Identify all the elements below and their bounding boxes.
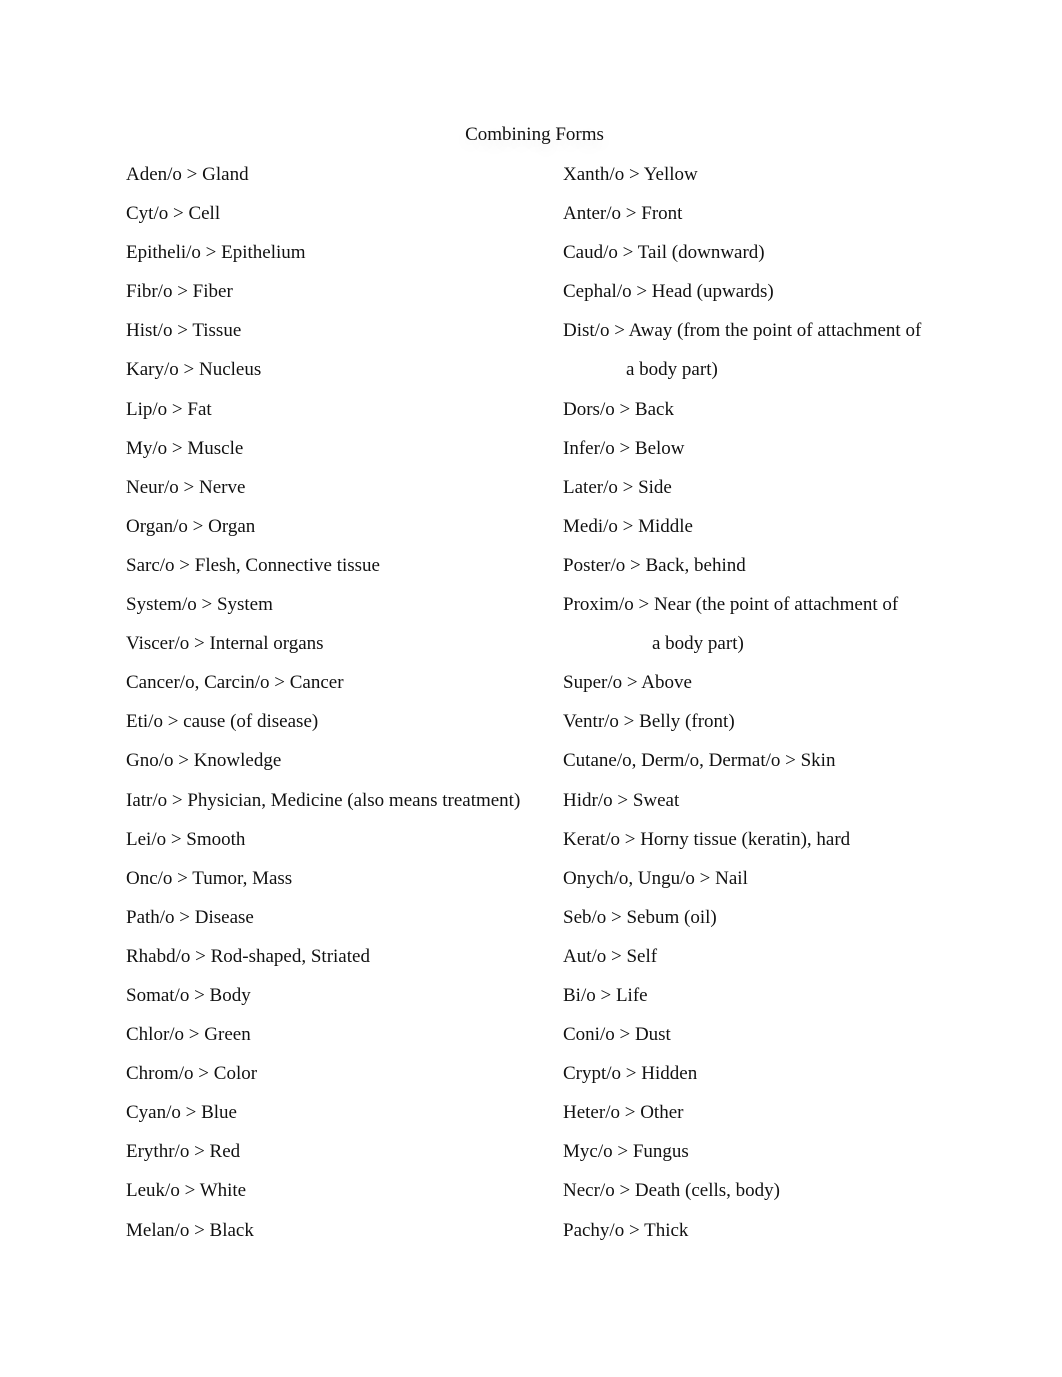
term-row: My/o > Muscle xyxy=(126,437,244,459)
term-row: Cyan/o > Blue xyxy=(126,1102,237,1124)
term-row: Chlor/o > Green xyxy=(126,1024,251,1046)
term-row: Path/o > Disease xyxy=(126,906,254,928)
term-row: Seb/o > Sebum (oil) xyxy=(563,906,717,928)
term-row: System/o > System xyxy=(126,594,273,616)
page-title-text: Combining Forms xyxy=(465,124,604,145)
term-row: Xanth/o > Yellow xyxy=(563,164,698,185)
term-row: Ventr/o > Belly (front) xyxy=(563,711,735,733)
term-row: Chrom/o > Color xyxy=(126,1063,258,1085)
term-row: Kary/o > Nucleus xyxy=(126,359,262,381)
term-row: Iatr/o > Physician, Medicine (also means… xyxy=(126,789,521,811)
term-row: Fibr/o > Fiber xyxy=(126,281,233,303)
term-row: Poster/o > Back, behind xyxy=(563,554,746,576)
term-row-continuation: a body part) xyxy=(626,359,718,381)
term-row: Rhabd/o > Rod-shaped, Striated xyxy=(126,945,370,967)
term-row: Pachy/o > Thick xyxy=(563,1219,689,1241)
term-row: Anter/o > Front xyxy=(563,203,683,225)
term-row: Leuk/o > White xyxy=(126,1180,247,1202)
term-row: Medi/o > Middle xyxy=(563,515,693,537)
term-row: Super/o > Above xyxy=(563,672,692,694)
term-row: Organ/o > Organ xyxy=(126,515,256,537)
term-row: Aden/o > Gland xyxy=(126,164,249,185)
term-row: Onych/o, Ungu/o > Nail xyxy=(563,867,748,889)
term-row: Later/o > Side xyxy=(563,476,672,498)
page-title: Combining Forms xyxy=(0,123,1062,147)
term-row: Eti/o > cause (of disease) xyxy=(126,711,319,733)
document-page: Combining Forms Aden/o > Gland Cyt/o > C… xyxy=(0,0,1062,1377)
term-row: Dors/o > Back xyxy=(563,398,674,420)
term-row: Myc/o > Fungus xyxy=(563,1141,689,1163)
term-row: Somat/o > Body xyxy=(126,984,251,1006)
term-row: Heter/o > Other xyxy=(563,1102,684,1124)
term-row: Caud/o > Tail (downward) xyxy=(563,242,765,264)
right-column: Xanth/o > Yellow Anter/o > Front Caud/o … xyxy=(563,163,963,1258)
term-row: Sarc/o > Flesh, Connective tissue xyxy=(126,554,380,576)
term-row: Viscer/o > Internal organs xyxy=(126,633,324,655)
term-row: Cutane/o, Derm/o, Dermat/o > Skin xyxy=(563,750,836,772)
term-row: Lei/o > Smooth xyxy=(126,828,246,850)
term-row: Gno/o > Knowledge xyxy=(126,750,282,772)
term-row: Cephal/o > Head (upwards) xyxy=(563,281,774,303)
term-row: Dist/o > Away (from the point of attachm… xyxy=(563,320,922,342)
term-row: Cyt/o > Cell xyxy=(126,203,221,225)
term-row: Bi/o > Life xyxy=(563,984,648,1006)
term-row: Erythr/o > Red xyxy=(126,1141,241,1163)
term-row: Neur/o > Nerve xyxy=(126,476,246,498)
term-row: Hidr/o > Sweat xyxy=(563,789,680,811)
term-row: Infer/o > Below xyxy=(563,437,685,459)
term-row: Crypt/o > Hidden xyxy=(563,1063,698,1085)
term-row: Cancer/o, Carcin/o > Cancer xyxy=(126,672,344,694)
left-column: Aden/o > Gland Cyt/o > Cell Epitheli/o >… xyxy=(126,163,556,1258)
term-row: Proxim/o > Near (the point of attachment… xyxy=(563,594,899,616)
term-row: Kerat/o > Horny tissue (keratin), hard xyxy=(563,828,851,850)
term-row: Hist/o > Tissue xyxy=(126,320,242,342)
term-row: Aut/o > Self xyxy=(563,945,658,967)
term-row: Onc/o > Tumor, Mass xyxy=(126,867,293,889)
term-row: Lip/o > Fat xyxy=(126,398,212,420)
term-row: Necr/o > Death (cells, body) xyxy=(563,1180,780,1202)
term-row: Melan/o > Black xyxy=(126,1219,254,1241)
term-row: Coni/o > Dust xyxy=(563,1024,671,1046)
term-row: Epitheli/o > Epithelium xyxy=(126,242,306,264)
term-row-continuation: a body part) xyxy=(652,633,744,655)
